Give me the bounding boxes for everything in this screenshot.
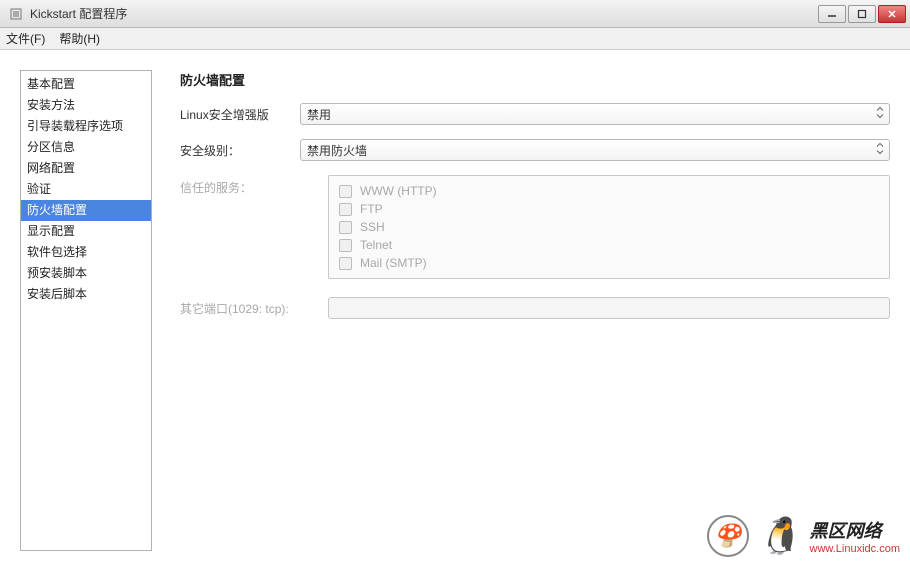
chevron-updown-icon	[876, 107, 884, 122]
window-title: Kickstart 配置程序	[30, 5, 127, 22]
service-label: Mail (SMTP)	[360, 256, 427, 270]
row-other-ports: 其它端口(1029: tcp):	[180, 297, 890, 319]
service-label: SSH	[360, 220, 385, 234]
sidebar-item-partition[interactable]: 分区信息	[21, 137, 151, 158]
label-trusted-services: 信任的服务：	[180, 179, 300, 196]
sidebar-item-network[interactable]: 网络配置	[21, 158, 151, 179]
sidebar-item-basic[interactable]: 基本配置	[21, 74, 151, 95]
input-other-ports[interactable]	[328, 297, 890, 319]
row-selinux: Linux安全增强版 禁用	[180, 103, 890, 125]
checkbox-telnet[interactable]	[339, 239, 352, 252]
checkbox-ssh[interactable]	[339, 221, 352, 234]
app-icon	[8, 6, 24, 22]
service-label: WWW (HTTP)	[360, 184, 437, 198]
checkbox-ftp[interactable]	[339, 203, 352, 216]
trusted-services-box: WWW (HTTP) FTP SSH Telnet	[328, 175, 890, 279]
maximize-button[interactable]	[848, 5, 876, 23]
sidebar-item-packages[interactable]: 软件包选择	[21, 242, 151, 263]
menu-help[interactable]: 帮助(H)	[59, 30, 100, 47]
watermark-brand: 黑区网络	[810, 521, 882, 541]
row-security-level: 安全级别： 禁用防火墙	[180, 139, 890, 161]
menubar: 文件(F) 帮助(H)	[0, 28, 910, 50]
tux-icon: 🐧	[757, 515, 802, 557]
watermark: 🍄 🐧 黑区网络 www.Linuxidc.com	[707, 515, 900, 557]
mushroom-icon: 🍄	[707, 515, 749, 557]
titlebar: Kickstart 配置程序	[0, 0, 910, 28]
service-ftp: FTP	[339, 200, 879, 218]
select-security-level-value: 禁用防火墙	[307, 142, 367, 159]
select-selinux-value: 禁用	[307, 106, 331, 123]
service-www: WWW (HTTP)	[339, 182, 879, 200]
minimize-button[interactable]	[818, 5, 846, 23]
row-trusted-services: 信任的服务： WWW (HTTP) FTP SSH	[180, 175, 890, 279]
sidebar: 基本配置 安装方法 引导装载程序选项 分区信息 网络配置 验证 防火墙配置 显示…	[20, 70, 152, 551]
sidebar-item-firewall[interactable]: 防火墙配置	[21, 200, 151, 221]
menu-file[interactable]: 文件(F)	[6, 30, 45, 47]
window-controls	[818, 5, 906, 23]
section-title: 防火墙配置	[180, 70, 890, 89]
service-telnet: Telnet	[339, 236, 879, 254]
watermark-url: www.Linuxidc.com	[810, 543, 900, 555]
sidebar-item-display[interactable]: 显示配置	[21, 221, 151, 242]
select-selinux[interactable]: 禁用	[300, 103, 890, 125]
select-security-level[interactable]: 禁用防火墙	[300, 139, 890, 161]
label-security-level: 安全级别：	[180, 142, 300, 159]
service-label: FTP	[360, 202, 383, 216]
sidebar-item-prescript[interactable]: 预安装脚本	[21, 263, 151, 284]
service-smtp: Mail (SMTP)	[339, 254, 879, 272]
app-window: Kickstart 配置程序 文件(F) 帮助(H) 基本配置 安装方法 引导装…	[0, 0, 910, 563]
sidebar-item-postscript[interactable]: 安装后脚本	[21, 284, 151, 305]
sidebar-item-install-method[interactable]: 安装方法	[21, 95, 151, 116]
label-selinux: Linux安全增强版	[180, 106, 300, 123]
label-other-ports: 其它端口(1029: tcp):	[180, 300, 328, 317]
body-area: 基本配置 安装方法 引导装载程序选项 分区信息 网络配置 验证 防火墙配置 显示…	[0, 50, 910, 563]
chevron-updown-icon	[876, 143, 884, 158]
checkbox-smtp[interactable]	[339, 257, 352, 270]
sidebar-item-bootloader[interactable]: 引导装载程序选项	[21, 116, 151, 137]
checkbox-www[interactable]	[339, 185, 352, 198]
watermark-text: 黑区网络 www.Linuxidc.com	[810, 517, 900, 555]
content-pane: 防火墙配置 Linux安全增强版 禁用 安全级别： 禁用防火墙	[152, 70, 890, 551]
sidebar-item-auth[interactable]: 验证	[21, 179, 151, 200]
close-button[interactable]	[878, 5, 906, 23]
service-label: Telnet	[360, 238, 392, 252]
service-ssh: SSH	[339, 218, 879, 236]
